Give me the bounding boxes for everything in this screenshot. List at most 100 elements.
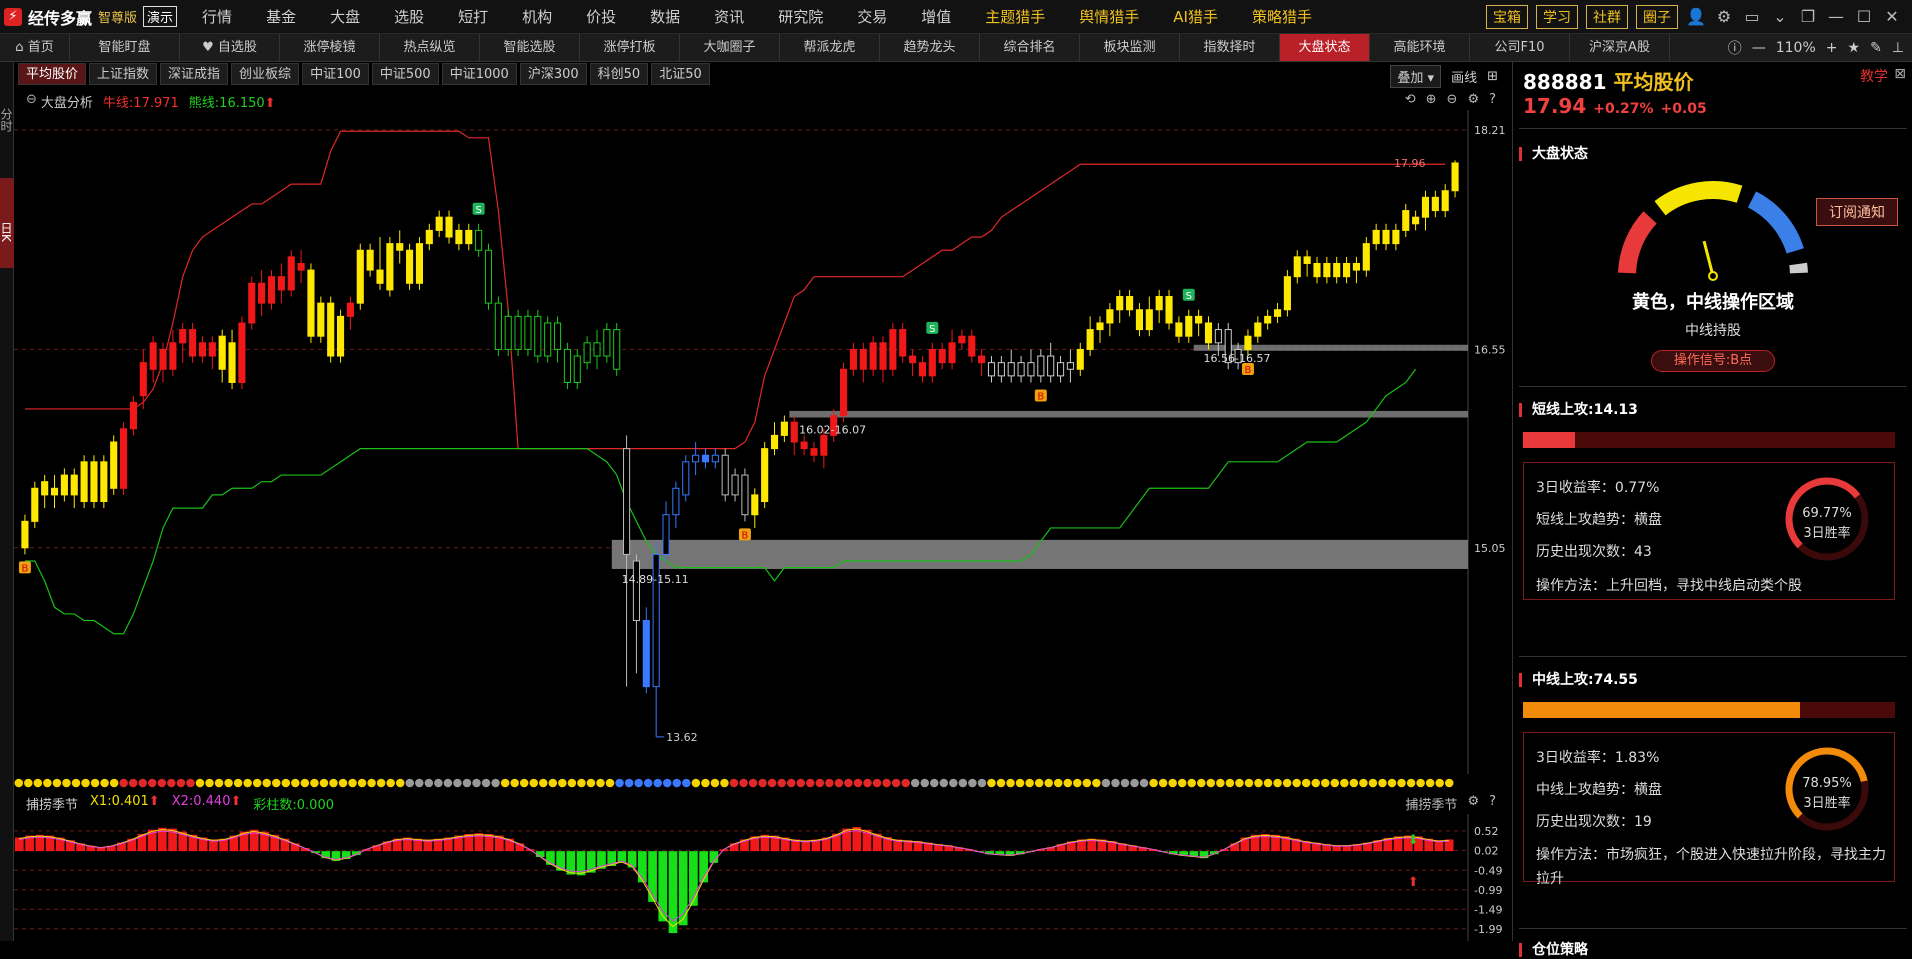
app-name: 经传多赢 (28, 8, 93, 28)
minus-icon[interactable]: ⊖ (1447, 92, 1458, 107)
zoom-out-icon[interactable]: — (1752, 40, 1766, 56)
top-nav-item-3[interactable]: 选股 (377, 6, 441, 27)
top-nav-item-12[interactable]: 主题猎手 (968, 6, 1062, 27)
chevron-down-icon[interactable]: ⌄ (1770, 7, 1790, 26)
top-nav-item-14[interactable]: AI猎手 (1156, 6, 1235, 27)
add-icon[interactable]: ⊕ (1426, 92, 1437, 107)
maximize-icon[interactable]: ☐ (1854, 7, 1874, 26)
grid-icon[interactable]: ⊞ (1487, 69, 1498, 84)
settings-icon[interactable]: ⚙ (1467, 92, 1479, 107)
index-tab-3[interactable]: 创业板综 (231, 63, 300, 85)
signal-badge[interactable]: 操作信号:B点 (1651, 350, 1775, 372)
nav-item-8[interactable]: 帮派龙虎 (780, 34, 880, 61)
settings-icon[interactable]: ⚙ (1467, 794, 1479, 813)
index-tab-5[interactable]: 中证500 (371, 63, 439, 85)
index-tab-2[interactable]: 深证成指 (160, 63, 229, 85)
candle (790, 415, 798, 456)
refresh-icon[interactable]: ⟲ (1405, 92, 1416, 107)
price-chart[interactable]: 18.21 16.55 15.05 B S B S B S B 17.96 13.62 14.89-15… (14, 110, 1510, 774)
star-icon[interactable]: ★ (1848, 40, 1861, 56)
nav-item-15[interactable]: 公司F10 (1470, 34, 1570, 61)
state-dot (405, 778, 415, 788)
top-nav-item-13[interactable]: 舆情猎手 (1062, 6, 1156, 27)
top-nav-item-5[interactable]: 机构 (505, 6, 569, 27)
candle-body (553, 322, 562, 350)
candle (1362, 237, 1370, 277)
window-icon[interactable]: ▭ (1742, 7, 1762, 26)
nav-item-14[interactable]: 高能环境 (1370, 34, 1470, 61)
study-button[interactable]: 学习 (1536, 4, 1578, 29)
user-icon[interactable]: 👤 (1686, 7, 1706, 26)
top-nav-item-9[interactable]: 研究院 (761, 6, 840, 27)
pen-icon[interactable]: ✎ (1870, 40, 1882, 56)
top-nav-item-0[interactable]: 行情 (185, 6, 249, 27)
help-icon[interactable]: ? (1489, 92, 1496, 107)
nav-item-4[interactable]: 热点纵览 (380, 34, 480, 61)
candle (1293, 250, 1301, 284)
index-tab-4[interactable]: 中证100 (302, 63, 369, 85)
tab-intraday[interactable]: 分时 (0, 102, 14, 138)
circle-button[interactable]: 圈子 (1636, 4, 1678, 29)
index-tab-7[interactable]: 沪深300 (519, 63, 587, 85)
index-tab-9[interactable]: 北证50 (651, 63, 710, 85)
restore-icon[interactable]: ❐ (1798, 7, 1818, 26)
top-nav-item-10[interactable]: 交易 (840, 6, 904, 27)
nav-item-11[interactable]: 板块监测 (1080, 34, 1180, 61)
candle (504, 309, 512, 357)
index-tab-6[interactable]: 中证1000 (441, 63, 517, 85)
state-dot (300, 778, 310, 788)
nav-item-16[interactable]: 沪深京A股 (1570, 34, 1670, 61)
nav-item-0[interactable]: ⌂ 首页 (0, 34, 70, 61)
mid-trend: 中线上攻趋势：横盘 (1536, 782, 1662, 798)
pin-icon[interactable]: ⊥ (1892, 40, 1904, 56)
index-tab-1[interactable]: 上证指数 (89, 63, 158, 85)
top-nav-item-4[interactable]: 短打 (441, 6, 505, 27)
signal-letter: B (1037, 391, 1044, 402)
candle-body (1037, 355, 1045, 377)
draw-line-button[interactable]: 画线 (1451, 67, 1477, 86)
nav-item-5[interactable]: 智能选股 (480, 34, 580, 61)
collapse-icon[interactable]: ⊖ (26, 92, 37, 111)
close-icon[interactable]: ⊠ (1894, 66, 1906, 82)
subscribe-button[interactable]: 订阅通知 (1816, 198, 1898, 226)
state-dot (1177, 778, 1187, 788)
nav-item-9[interactable]: 趋势龙头 (880, 34, 980, 61)
state-dot (863, 778, 872, 788)
nav-item-2[interactable]: ♥ 自选股 (180, 34, 280, 61)
overlay-dropdown[interactable]: 叠加 ▾ (1390, 65, 1442, 88)
tab-daily-k[interactable]: 日K (0, 178, 14, 268)
state-dot (1406, 778, 1416, 788)
candle (524, 309, 532, 357)
candle-body (1027, 362, 1035, 377)
index-tab-0[interactable]: 平均股价 (18, 63, 87, 85)
gear-icon[interactable]: ⚙ (1714, 7, 1734, 26)
top-right-tools: 宝箱 学习 社群 圈子 👤 ⚙ ▭ ⌄ ❐ — ☐ ✕ (1486, 4, 1912, 29)
minimize-icon[interactable]: — (1826, 7, 1846, 26)
nav-item-3[interactable]: 涨停棱镜 (280, 34, 380, 61)
treasure-button[interactable]: 宝箱 (1486, 4, 1528, 29)
top-nav-item-7[interactable]: 数据 (633, 6, 697, 27)
nav-item-13[interactable]: 大盘状态 (1280, 34, 1370, 61)
top-nav-item-11[interactable]: 增值 (904, 6, 968, 27)
demo-badge[interactable]: 演示 (143, 6, 178, 27)
community-button[interactable]: 社群 (1586, 4, 1628, 29)
top-nav-item-2[interactable]: 大盘 (313, 6, 377, 27)
top-nav-item-8[interactable]: 资讯 (697, 6, 761, 27)
nav-item-10[interactable]: 综合排名 (980, 34, 1080, 61)
top-nav-item-15[interactable]: 策略猎手 (1235, 6, 1329, 27)
top-nav-item-6[interactable]: 价投 (569, 6, 633, 27)
top-nav-item-1[interactable]: 基金 (249, 6, 313, 27)
indicator-chart[interactable]: 0.52 0.02 -0.49 -0.99 -1.49 -1.99 ⬇ ⬆ (14, 814, 1510, 941)
candle-body (780, 421, 788, 436)
teach-link[interactable]: 教学 (1860, 66, 1888, 86)
info-icon[interactable]: ⓘ (1728, 38, 1742, 58)
zoom-in-icon[interactable]: + (1826, 40, 1838, 56)
close-icon[interactable]: ✕ (1882, 7, 1902, 26)
nav-item-6[interactable]: 涨停打板 (580, 34, 680, 61)
help-icon[interactable]: ? (1489, 794, 1496, 813)
nav-item-12[interactable]: 指数择时 (1180, 34, 1280, 61)
candle-body (544, 322, 552, 357)
nav-item-7[interactable]: 大咖圈子 (680, 34, 780, 61)
nav-item-1[interactable]: 智能盯盘 (70, 34, 180, 61)
index-tab-8[interactable]: 科创50 (589, 63, 649, 85)
